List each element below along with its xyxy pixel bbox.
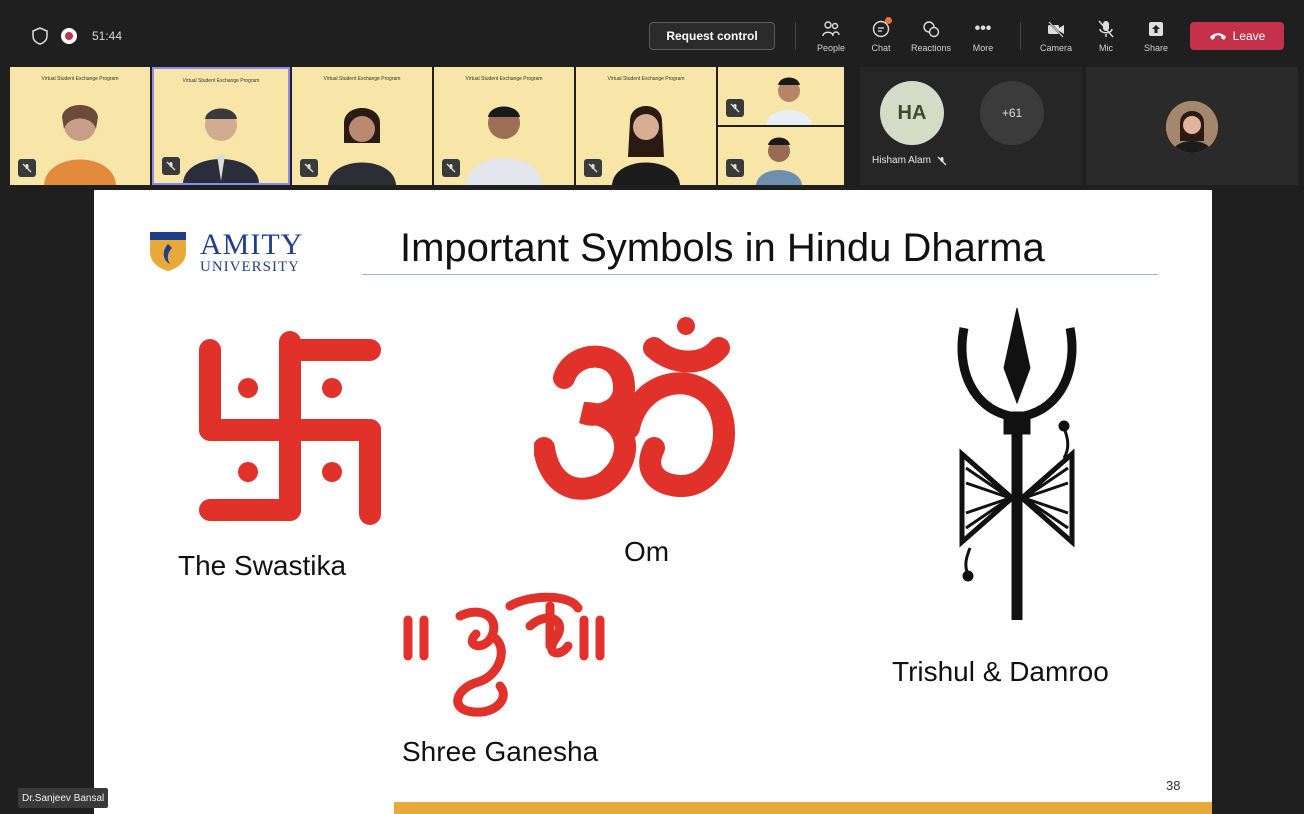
participant-video <box>766 77 812 125</box>
camera-button[interactable]: Camera <box>1030 18 1082 58</box>
people-icon <box>820 18 842 40</box>
slide-page-number: 38 <box>1166 778 1181 793</box>
trishul-damroo-symbol-icon <box>957 308 1077 620</box>
mic-muted-icon <box>18 159 36 177</box>
mic-muted-icon <box>584 159 602 177</box>
participant-tile[interactable] <box>718 67 844 125</box>
leave-label: Leave <box>1232 29 1266 43</box>
mic-muted-icon <box>726 159 744 177</box>
more-icon: ••• <box>974 20 992 37</box>
unread-dot <box>885 17 892 24</box>
presenter-name-tag: Dr.Sanjeev Bansal <box>18 788 109 808</box>
mic-muted-icon <box>937 156 947 165</box>
swastika-symbol-icon <box>199 331 381 525</box>
slide-title: Important Symbols in Hindu Dharma <box>400 226 1045 270</box>
meeting-timer: 51:44 <box>92 29 123 43</box>
event-banner: Virtual Student Exchange Program <box>41 76 119 82</box>
participant-video <box>328 108 396 185</box>
reactions-button[interactable]: Reactions <box>905 18 957 58</box>
request-control-button[interactable]: Request control <box>649 22 775 50</box>
mic-button[interactable]: Mic <box>1080 18 1132 58</box>
swastika-label: The Swastika <box>178 550 347 581</box>
mic-off-icon <box>1095 18 1117 40</box>
om-symbol-icon <box>534 317 735 500</box>
toolbar-divider <box>795 22 796 50</box>
participant-name: Hisham Alam <box>872 155 947 166</box>
hangup-icon <box>1209 33 1226 40</box>
share-icon <box>1145 18 1167 40</box>
mic-muted-icon <box>162 157 180 175</box>
event-banner: Virtual Student Exchange Program <box>323 76 401 82</box>
slide-footer-bar <box>394 802 1212 814</box>
participant-name-label: Hisham Alam <box>872 155 931 166</box>
camera-off-icon <box>1045 18 1067 40</box>
chat-label: Chat <box>871 43 891 53</box>
logo-line-1: AMITY <box>200 228 304 261</box>
participant-video <box>183 108 259 183</box>
avatar <box>1166 101 1218 153</box>
participant-video <box>756 137 802 185</box>
reactions-label: Reactions <box>910 43 952 53</box>
toolbar-divider <box>1020 22 1021 50</box>
avatar[interactable]: HA <box>880 81 944 145</box>
audio-participants: HA Hisham Alam +61 <box>860 67 1082 185</box>
shree-ganesha-symbol-icon <box>403 592 605 717</box>
participant-tile[interactable]: Virtual Student Exchange Program <box>10 67 150 185</box>
logo-line-2: UNIVERSITY <box>200 259 300 275</box>
event-banner: Virtual Student Exchange Program <box>465 76 543 82</box>
mic-muted-icon <box>300 159 318 177</box>
participant-tile[interactable]: Virtual Student Exchange Program <box>292 67 432 185</box>
chat-button[interactable]: Chat <box>855 17 907 58</box>
people-label: People <box>816 43 846 53</box>
chat-icon <box>870 17 892 40</box>
amity-logo: AMITY UNIVERSITY <box>200 230 303 275</box>
shree-ganesha-label: Shree Ganesha <box>402 736 599 767</box>
more-label: More <box>972 43 994 53</box>
more-participants-button[interactable]: +61 <box>980 81 1044 145</box>
event-banner: Virtual Student Exchange Program <box>607 76 685 82</box>
participant-video <box>612 106 680 185</box>
meeting-toolbar: 51:44 Request control People Chat Reacti… <box>0 0 1304 64</box>
amity-logo-icon <box>150 232 186 271</box>
share-button[interactable]: Share <box>1130 18 1182 58</box>
title-divider <box>362 274 1158 275</box>
participant-tile[interactable]: Virtual Student Exchange Program <box>576 67 716 185</box>
participant-tile-active[interactable]: Virtual Student Exchange Program <box>152 67 290 185</box>
more-button[interactable]: ••• More <box>957 18 1009 58</box>
recording-icon <box>61 28 77 44</box>
participant-tile[interactable] <box>718 127 844 185</box>
people-button[interactable]: People <box>805 18 857 58</box>
self-view[interactable] <box>1086 67 1298 185</box>
mic-muted-icon <box>442 159 460 177</box>
mic-label: Mic <box>1099 43 1113 53</box>
shared-slide: AMITY UNIVERSITY Important Symbols in Hi… <box>94 190 1212 814</box>
reactions-icon <box>920 18 942 40</box>
shield-icon <box>32 27 48 45</box>
leave-button[interactable]: Leave <box>1190 22 1284 50</box>
trishul-damroo-label: Trishul & Damroo <box>892 656 1109 687</box>
participant-tile[interactable]: Virtual Student Exchange Program <box>434 67 574 185</box>
mic-muted-icon <box>726 99 744 117</box>
camera-label: Camera <box>1039 43 1072 53</box>
share-label: Share <box>1143 43 1169 53</box>
om-label: Om <box>624 536 670 567</box>
participant-video <box>466 106 542 185</box>
participant-video <box>44 105 116 185</box>
